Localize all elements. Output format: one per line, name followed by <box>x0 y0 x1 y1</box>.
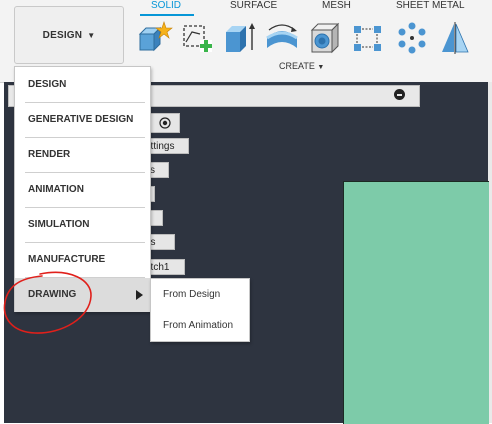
menu-item-manufacture[interactable]: MANUFACTURE <box>15 243 150 277</box>
model-body[interactable] <box>343 181 489 424</box>
submenu-arrow-icon <box>136 290 143 300</box>
submenu-item-from-design[interactable]: From Design <box>163 289 220 300</box>
drawing-submenu: From Design From Animation <box>150 278 250 342</box>
tab-solid[interactable]: SOLID <box>151 0 181 11</box>
menu-item-generative-design[interactable]: GENERATIVE DESIGN <box>15 103 150 137</box>
create-group-label[interactable]: CREATE ▼ <box>279 61 324 71</box>
browser-node-visibility[interactable] <box>150 113 180 133</box>
caret-down-icon: ▼ <box>317 64 325 71</box>
tab-surface[interactable]: SURFACE <box>230 0 277 11</box>
tab-mesh[interactable]: MESH <box>322 0 351 11</box>
collapse-icon[interactable] <box>394 89 405 100</box>
caret-down-icon: ▼ <box>87 30 96 40</box>
menu-item-label: DRAWING <box>28 289 77 300</box>
workspace-menu: DESIGN GENERATIVE DESIGN RENDER ANIMATIO… <box>14 66 151 312</box>
menu-item-simulation[interactable]: SIMULATION <box>15 208 150 242</box>
radio-icon <box>159 117 171 129</box>
revolve-icon[interactable] <box>263 20 301 56</box>
tab-sheet-metal[interactable]: SHEET METAL <box>396 0 465 11</box>
workspace-label: DESIGN <box>42 29 83 41</box>
pattern-icon[interactable] <box>350 20 388 56</box>
menu-item-drawing[interactable]: DRAWING <box>15 278 150 312</box>
create-sketch-icon[interactable] <box>178 20 216 56</box>
workspace-switcher-button[interactable]: DESIGN ▼ <box>14 6 124 64</box>
circular-pattern-icon[interactable] <box>393 20 431 56</box>
new-component-icon[interactable] <box>136 20 174 56</box>
extrude-icon[interactable] <box>220 20 258 56</box>
menu-item-design[interactable]: DESIGN <box>15 68 150 102</box>
menu-item-animation[interactable]: ANIMATION <box>15 173 150 207</box>
hole-icon[interactable] <box>306 20 344 56</box>
mirror-icon[interactable] <box>436 20 474 56</box>
active-tab-indicator <box>140 14 194 16</box>
submenu-item-from-animation[interactable]: From Animation <box>163 320 233 331</box>
menu-item-render[interactable]: RENDER <box>15 138 150 172</box>
